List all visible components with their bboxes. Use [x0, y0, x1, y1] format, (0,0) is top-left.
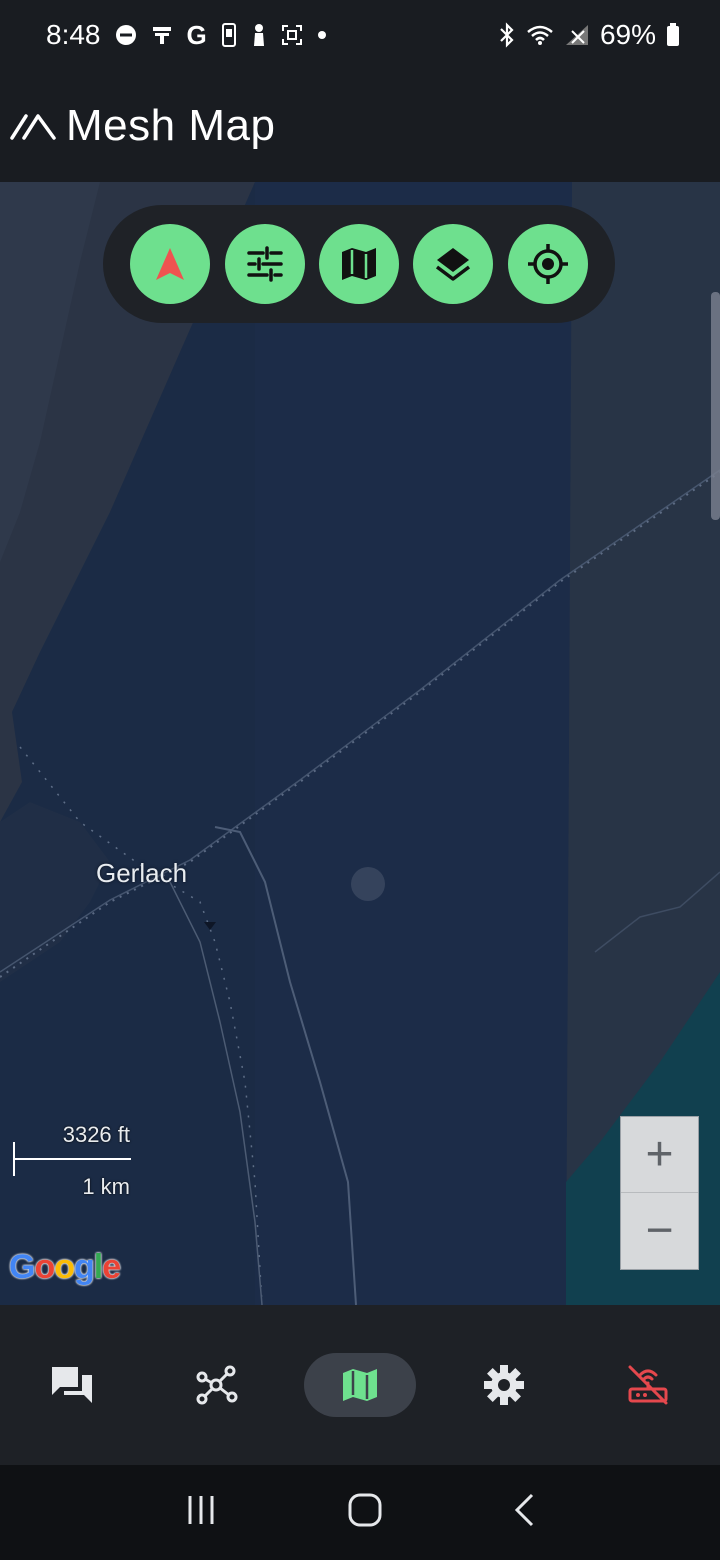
do-not-disturb-icon	[115, 24, 137, 46]
phone-icon	[221, 23, 237, 47]
battery-icon	[666, 23, 680, 47]
wifi-icon	[526, 24, 554, 46]
status-time: 8:48	[46, 19, 101, 50]
page-title: Mesh Map	[66, 101, 276, 150]
scale-metric-label: 1 km	[82, 1174, 130, 1199]
system-navigation-bar	[0, 1465, 720, 1560]
nav-nodes[interactable]	[160, 1353, 272, 1417]
dot-icon	[317, 30, 327, 40]
google-attribution: Google	[9, 1248, 121, 1286]
map-type-button[interactable]	[318, 224, 399, 304]
battery-percent: 69%	[599, 19, 656, 50]
app-bar: Mesh Map	[0, 70, 720, 182]
google-icon: G	[186, 19, 207, 50]
my-location-icon	[527, 244, 568, 284]
layers-button[interactable]	[413, 224, 494, 304]
recent-apps-icon	[188, 1496, 214, 1524]
filter-button[interactable]	[224, 224, 305, 304]
recent-apps-button[interactable]	[184, 1493, 218, 1532]
place-label: Gerlach	[96, 858, 188, 888]
zoom-in-button[interactable]: +	[621, 1117, 698, 1192]
bottom-navigation	[0, 1305, 720, 1465]
nav-messages[interactable]	[16, 1353, 128, 1417]
back-button[interactable]	[512, 1492, 536, 1533]
nav-settings[interactable]	[448, 1353, 560, 1417]
filter-sliders-icon	[246, 246, 283, 282]
bluetooth-icon	[498, 22, 516, 48]
messages-icon	[52, 1367, 92, 1403]
layers-icon	[436, 248, 471, 281]
back-icon	[514, 1493, 533, 1527]
screenshot-icon	[281, 24, 303, 46]
home-button[interactable]	[347, 1492, 383, 1533]
nav-map[interactable]	[304, 1353, 416, 1417]
person-icon	[251, 23, 267, 47]
map-scroll-indicator	[711, 292, 720, 520]
nodes-icon	[196, 1365, 238, 1405]
my-location-button[interactable]	[507, 224, 588, 304]
scale-line	[13, 1158, 131, 1160]
notification-icon	[151, 24, 173, 46]
settings-icon	[484, 1365, 524, 1405]
map-toolbar	[103, 205, 615, 323]
navigation-button[interactable]	[130, 224, 211, 304]
map-icon	[343, 1369, 377, 1401]
zoom-out-button[interactable]: −	[621, 1192, 698, 1268]
meshtastic-logo-icon	[10, 114, 56, 140]
nav-connection[interactable]	[592, 1353, 704, 1417]
disconnected-router-icon	[628, 1365, 668, 1405]
no-signal-icon	[564, 23, 590, 47]
home-icon	[348, 1493, 382, 1527]
zoom-controls: + −	[620, 1116, 699, 1270]
navigation-arrow-icon	[156, 248, 185, 280]
scale-imperial-label: 3326 ft	[62, 1122, 130, 1147]
map-type-icon	[341, 248, 376, 280]
status-bar: 8:48 G 69%	[0, 0, 720, 70]
map-scale-bar: 3326 ft 1 km	[10, 1118, 136, 1206]
